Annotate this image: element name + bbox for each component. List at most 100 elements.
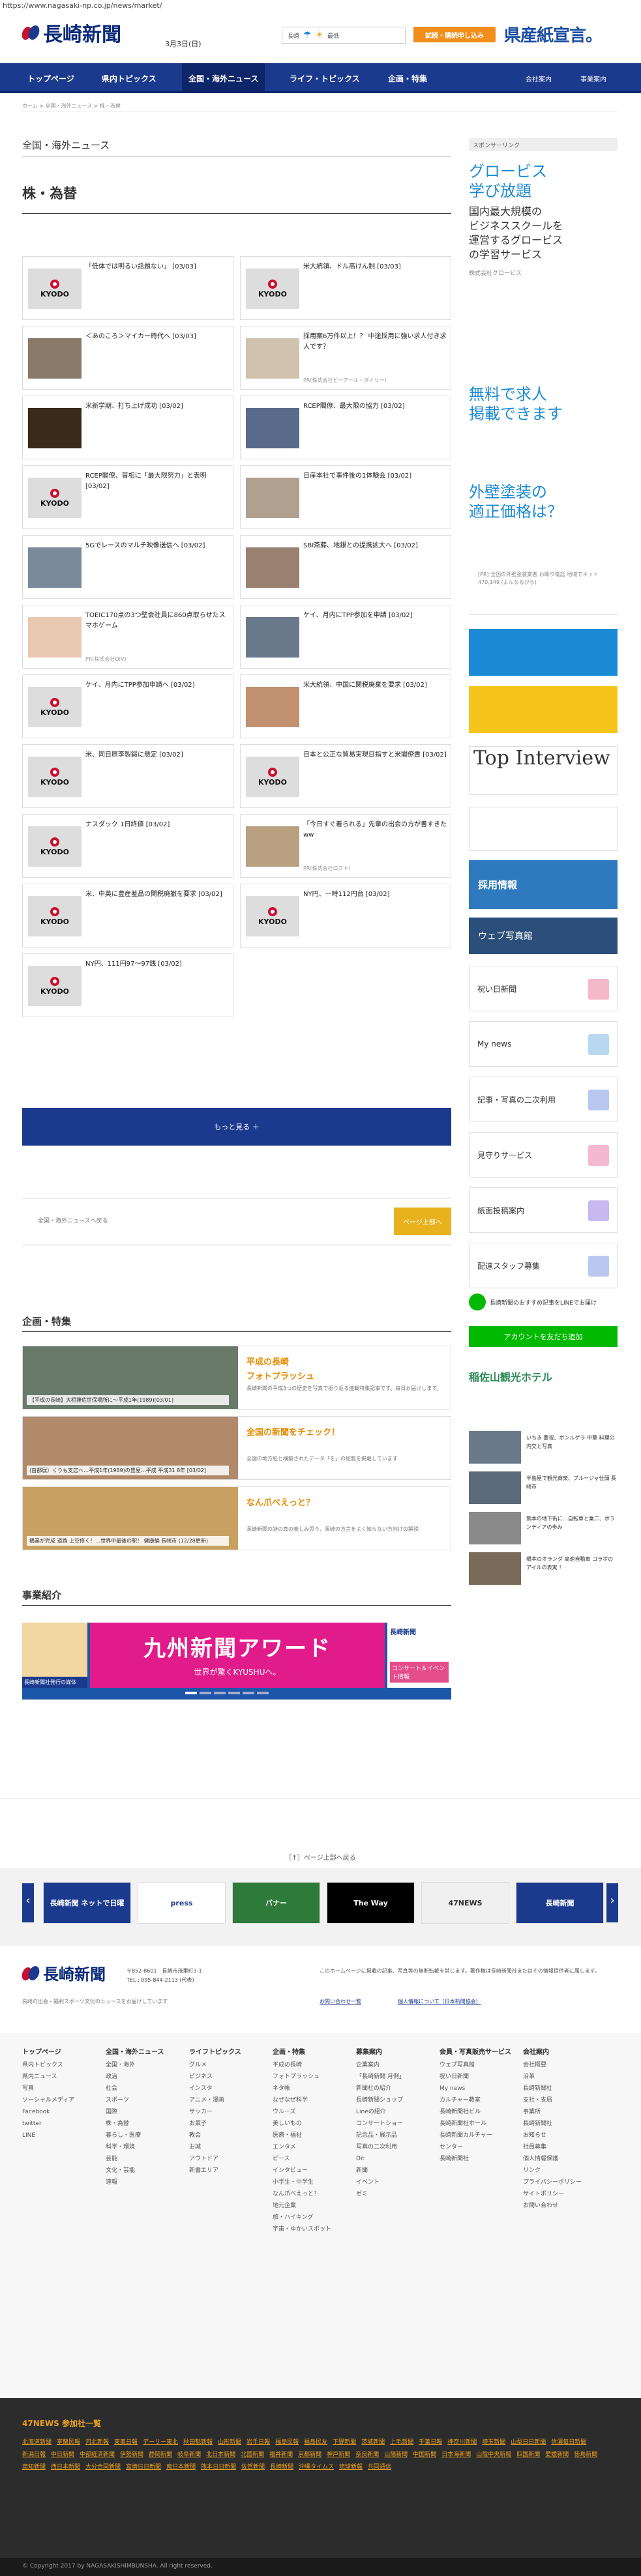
member-paper-link[interactable]: 中部経済新聞 (80, 2450, 115, 2458)
article-card[interactable]: KYODO ケイ、月内にTPP参加申請へ [03/02] (22, 674, 233, 738)
footer-link[interactable]: ウルーズ (273, 2106, 351, 2118)
footer-link[interactable]: 沿革 (523, 2071, 601, 2083)
conan-banner[interactable] (469, 629, 618, 676)
feature-card[interactable]: (首都展）くりも支店へ…平成1年(1989)の豊屋…平成 平成31 8年 [03… (22, 1416, 451, 1480)
member-paper-link[interactable]: 福島民友 (304, 2437, 327, 2446)
footer-link[interactable]: 事業所 (523, 2106, 601, 2118)
footer-link[interactable]: 新聞社の紹介 (356, 2083, 434, 2094)
carousel-prev-icon[interactable]: ‹ (22, 1883, 34, 1922)
partner-banner[interactable]: バナー (232, 1882, 320, 1924)
sidebar-link[interactable]: 配達スタッフ募集 (469, 1243, 618, 1288)
more-button[interactable]: もっと見る ＋ (22, 1108, 451, 1146)
article-card[interactable]: KYODO NY円、111円97～97銭 [03/02] (22, 953, 233, 1017)
footer-link[interactable]: LINE (22, 2130, 100, 2141)
footer-link[interactable]: 医療・福祉 (273, 2130, 351, 2141)
member-paper-link[interactable]: 千葉日報 (419, 2437, 442, 2446)
article-card[interactable]: 5Gでレースのマルチ映像送信へ [03/02] (22, 535, 233, 599)
page-top-button[interactable]: ページ上部へ (394, 1208, 451, 1235)
member-paper-link[interactable]: 山梨日日新聞 (511, 2437, 546, 2446)
footer-link[interactable]: カルチャー教室 (440, 2094, 518, 2106)
footer-link[interactable]: スポーツ (106, 2094, 184, 2106)
nav-feature[interactable]: 企画・特集 (381, 63, 434, 93)
footer-link[interactable]: ネタ帳 (273, 2083, 351, 2094)
article-title[interactable]: NY円、一時112円台 [03/02] (303, 890, 447, 900)
article-card[interactable]: 米大統領、中国に関税廃棄を要求 [03/02] (240, 674, 451, 738)
article-card[interactable]: 採用案6万件以上！？ 中途採用に強い求人付き求人です？ PR(株式会社ビーアール・… (240, 326, 451, 390)
footer-link[interactable]: インスタ (189, 2083, 267, 2094)
member-paper-link[interactable]: 岐阜新聞 (177, 2450, 201, 2458)
member-paper-link[interactable]: 高知新聞 (22, 2462, 46, 2470)
footer-link[interactable]: お城 (189, 2141, 267, 2153)
footer-link[interactable]: Dit (356, 2153, 434, 2165)
member-paper-link[interactable]: 大分合同新聞 (85, 2462, 121, 2470)
sponsor-ad-globis[interactable]: グロービス 学び放題 国内最大規模の ビジネススクールを 運営するグロービス の… (469, 162, 618, 331)
footer-logo[interactable]: 長崎新聞 (20, 1961, 106, 1984)
member-paper-link[interactable]: 奈良新聞 (355, 2450, 379, 2458)
footer-link[interactable]: コンサートショー (356, 2118, 434, 2130)
article-title[interactable]: 5Gでレースのマルチ映像送信へ [03/02] (85, 541, 229, 551)
member-paper-link[interactable]: 室蘭民報 (57, 2437, 80, 2446)
partner-banner[interactable]: press (138, 1882, 226, 1924)
kyushu-banner[interactable] (469, 807, 618, 851)
article-title[interactable]: 米大統領、ドル高けん制 [03/03] (303, 262, 447, 272)
footer-column-heading[interactable]: 会社案内 (523, 2046, 601, 2059)
side-news-item[interactable]: いちき 慶祝、ボンルゲラ 中華 料理の内交と写真 (469, 1431, 618, 1466)
footer-link[interactable]: 速報 (106, 2177, 184, 2188)
sidebar-link[interactable]: 祝い日新聞 (469, 966, 618, 1011)
recruit-banner[interactable]: 採用情報 (469, 860, 618, 909)
footer-link[interactable]: プライバシーポリシー (523, 2177, 601, 2188)
footer-link[interactable]: フォトプラッシュ (273, 2071, 351, 2083)
footer-link[interactable]: Lineの紹介 (356, 2106, 434, 2118)
business-carousel[interactable]: 長崎新聞社発行の媒体 九州新聞アワード 世界が驚くKYUSHUへ。 長崎新聞 コ… (22, 1623, 451, 1700)
footer-link[interactable]: 祝い日新聞 (440, 2071, 518, 2083)
article-title[interactable]: 米大統領、中国に関税廃棄を要求 [03/02] (303, 680, 447, 691)
article-card[interactable]: TOEIC170点の3つ壁会社員に860点取らせたスマホゲーム PR(株式会社Di… (22, 605, 233, 669)
member-paper-link[interactable]: 岩手日報 (246, 2437, 270, 2446)
article-title[interactable]: 米新学期、打ち上げ成功 [03/02] (85, 401, 229, 412)
back-to-national-link[interactable]: 全国・海外ニュースへ戻る (38, 1216, 108, 1224)
article-card[interactable]: KYODO 米、中英に豊産羞品の関税廃撤を要求 [03/02] (22, 884, 233, 948)
right-slide[interactable]: 長崎新聞 コンサート＆イベント情報 (387, 1623, 451, 1688)
line-add-button[interactable]: アカウントを友だち追加 (469, 1326, 618, 1347)
member-paper-link[interactable]: 伊勢新聞 (120, 2450, 143, 2458)
footer-link[interactable]: 長崎新聞社ホール (440, 2118, 518, 2130)
member-paper-link[interactable]: 宮崎日日新聞 (126, 2462, 161, 2470)
footer-link[interactable]: 芸能 (106, 2153, 184, 2165)
footer-link[interactable]: Facebook (22, 2106, 100, 2118)
footer-column-heading[interactable]: 募集案内 (356, 2046, 434, 2059)
footer-column-heading[interactable]: トップページ (22, 2046, 100, 2059)
sidebar-link[interactable]: 記事・写真の二次利用 (469, 1077, 618, 1122)
footer-link[interactable]: 暮らし・医療 (106, 2130, 184, 2141)
member-paper-link[interactable]: 四国新聞 (516, 2450, 540, 2458)
member-paper-link[interactable]: 信濃毎日新聞 (551, 2437, 586, 2446)
article-card[interactable]: ケイ、月内にTPP参加を申請 [03/02] (240, 605, 451, 669)
footer-link[interactable]: お知らせ (523, 2130, 601, 2141)
article-title[interactable]: 「低体では明るい話題ない」 [03/03] (85, 262, 229, 272)
member-paper-link[interactable]: 河北新報 (85, 2437, 109, 2446)
member-paper-link[interactable]: 長崎新聞 (270, 2462, 293, 2470)
member-paper-link[interactable]: 上毛新聞 (390, 2437, 413, 2446)
member-paper-link[interactable]: 下野新聞 (333, 2437, 356, 2446)
article-card[interactable]: ＜あのころ＞マイカー時代へ [03/03] (22, 326, 233, 390)
partner-banner[interactable]: 長崎新聞 ネットで日曜 (43, 1882, 131, 1924)
footer-link[interactable]: 新書エリア (189, 2165, 267, 2177)
footer-link[interactable]: 新聞 (356, 2165, 434, 2177)
member-paper-link[interactable]: 南日本新聞 (166, 2462, 196, 2470)
footer-link[interactable]: 文化・芸能 (106, 2165, 184, 2177)
footer-link[interactable]: 個人情報保護 (523, 2153, 601, 2165)
footer-link[interactable]: 「長崎新聞 月例」 (356, 2071, 434, 2083)
side-news-title[interactable]: 熊本の地下街に…自転車と乗二、ボランティアの歩み (526, 1514, 618, 1531)
member-paper-link[interactable]: デーリー東北 (143, 2437, 178, 2446)
footer-link[interactable]: 社員募集 (523, 2141, 601, 2153)
pref-paper-banner[interactable]: 県産紙宣言。 (504, 22, 603, 46)
footer-link[interactable]: グルメ (189, 2059, 267, 2071)
article-title[interactable]: 米、同日原李製鍛に懸定 [03/02] (85, 750, 229, 760)
member-paper-link[interactable]: 神奈川新聞 (447, 2437, 477, 2446)
member-paper-link[interactable]: 神戸新聞 (327, 2450, 350, 2458)
footer-link[interactable]: 写真 (22, 2083, 100, 2094)
side-news-title[interactable]: 橋本のオランダ 高速自動車 コラボのアイルの表実 ！ (526, 1555, 618, 1572)
sponsor-ad-job[interactable]: 無料で求人 掲載できます (469, 384, 618, 437)
side-news-item[interactable]: 橋本のオランダ 高速自動車 コラボのアイルの表実 ！ (469, 1552, 618, 1587)
article-card[interactable]: KYODO 米大統領、ドル高けん制 [03/03] (240, 256, 451, 320)
member-paper-link[interactable]: 中日新聞 (51, 2450, 74, 2458)
